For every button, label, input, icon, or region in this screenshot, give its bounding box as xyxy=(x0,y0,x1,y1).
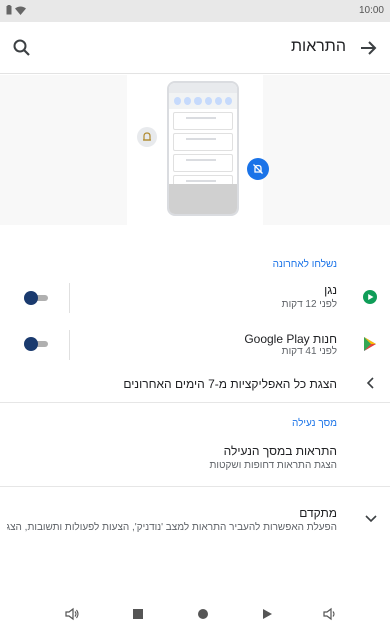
back-icon[interactable] xyxy=(259,606,275,622)
divider xyxy=(69,330,70,360)
divider xyxy=(69,283,70,313)
notifications-off-icon xyxy=(247,158,269,180)
navigation-bar xyxy=(0,603,390,625)
battery-icon xyxy=(6,5,12,15)
section-divider xyxy=(0,402,390,403)
status-bar: 10:00 xyxy=(0,0,390,22)
status-icons xyxy=(6,5,26,15)
lock-screen-subtitle: הצגת התראות דחופות ושקטות xyxy=(209,460,338,471)
illustration-panel xyxy=(127,75,269,225)
recent-section-label: נשלחו לאחרונה xyxy=(272,259,337,270)
volume-up-icon[interactable] xyxy=(64,606,80,622)
see-all-label: הצגת כל האפליקציות מ-7 הימים האחרונים xyxy=(123,377,337,391)
home-icon[interactable] xyxy=(195,606,211,622)
page-title: התראות xyxy=(291,38,346,55)
chevron-left-icon xyxy=(366,377,374,389)
clock: 10:00 xyxy=(358,5,384,16)
section-divider xyxy=(0,486,390,487)
advanced-subtitle: הפעלת האפשרות להעביר התראות למצב 'נודניק… xyxy=(7,522,337,533)
hero-illustration xyxy=(0,75,390,225)
app-bar: התראות xyxy=(0,22,390,74)
google-play-icon xyxy=(364,337,376,351)
lock-screen-title: התראות במסך הנעילה xyxy=(223,444,337,458)
search-icon[interactable] xyxy=(10,36,34,60)
phone-illustration xyxy=(167,81,239,216)
chevron-down-icon xyxy=(365,515,377,523)
back-arrow-icon[interactable] xyxy=(356,36,380,60)
wifi-icon xyxy=(15,6,26,15)
notifications-toggle[interactable] xyxy=(24,291,50,305)
app-name: חנות Google Play xyxy=(244,332,337,346)
play-store-green-icon xyxy=(363,290,377,304)
app-name: נגן xyxy=(324,283,337,297)
advanced-title: מתקדם xyxy=(299,506,337,520)
bell-icon xyxy=(137,127,157,147)
notifications-toggle[interactable] xyxy=(24,337,50,351)
app-time: לפני 41 דקות xyxy=(281,346,337,357)
volume-down-icon[interactable] xyxy=(322,606,338,622)
recents-icon[interactable] xyxy=(130,606,146,622)
app-time: לפני 12 דקות xyxy=(281,299,337,310)
lock-screen-section-label: מסך נעילה xyxy=(292,418,337,429)
